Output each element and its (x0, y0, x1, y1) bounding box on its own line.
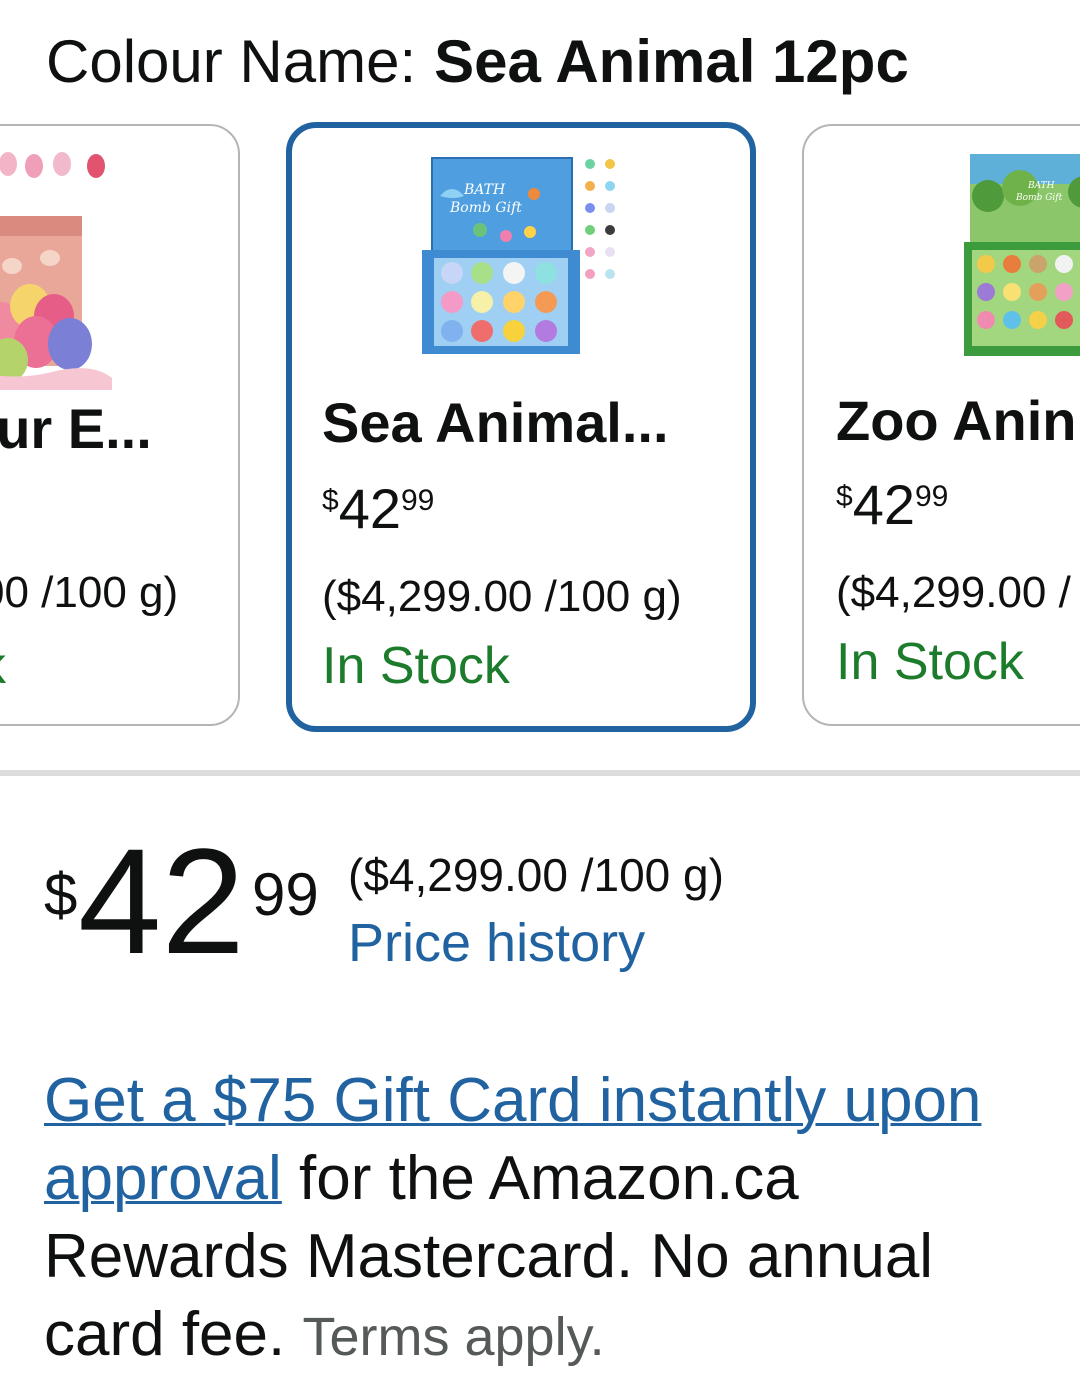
svg-text:BATH: BATH (463, 182, 506, 198)
variant-name: Sea Animal... (322, 391, 669, 454)
gift-card-promo: Get a $75 Gift Card instantly upon appro… (44, 1062, 1044, 1376)
section-divider (0, 770, 1080, 776)
variant-name: nur E... (0, 397, 152, 460)
variant-card-dinosaur-eggs[interactable]: nur E... 00 /100 g) k (0, 124, 240, 726)
variant-card-zoo-animal[interactable]: BATH Bomb Gift Zoo Anin $4299 ($4,299.00… (802, 124, 1080, 726)
variant-unit-price: ($4,299.00 /100 g) (322, 572, 682, 621)
price-history-link[interactable]: Price history (348, 912, 645, 974)
svg-text:Bomb Gift: Bomb Gift (1015, 193, 1063, 203)
price-fraction: 99 (252, 861, 319, 928)
variant-unit-price: 00 /100 g) (0, 568, 179, 617)
colour-name-value: Sea Animal 12pc (434, 28, 909, 95)
variant-stock-status: In Stock (322, 637, 510, 695)
variant-stock-status: In Stock (836, 633, 1024, 691)
svg-text:Bomb Gift: Bomb Gift (449, 200, 522, 216)
colour-name-row: Colour Name: Sea Animal 12pc (46, 26, 909, 98)
colour-name-label: Colour Name: (46, 28, 417, 95)
variant-price: $4299 (322, 477, 435, 540)
variant-price: $4299 (836, 473, 949, 536)
variant-card-sea-animal[interactable]: BATH Bomb Gift Sea Animal... $4299 ($4,2… (286, 122, 756, 732)
variant-unit-price: ($4,299.00 / (836, 568, 1071, 617)
terms-apply-text[interactable]: Terms apply. (302, 1307, 604, 1367)
sea-animal-bath-bomb-image: BATH Bomb Gift (422, 157, 615, 354)
zoo-animal-bath-bomb-image: BATH Bomb Gift (964, 154, 1080, 356)
price-whole: 42 (78, 817, 245, 985)
price-currency: $ (44, 861, 78, 928)
main-unit-price: ($4,299.00 /100 g) (348, 849, 724, 901)
variant-name: Zoo Anin (836, 389, 1077, 452)
variant-stock-status: k (0, 636, 6, 696)
svg-text:BATH: BATH (1027, 181, 1055, 191)
